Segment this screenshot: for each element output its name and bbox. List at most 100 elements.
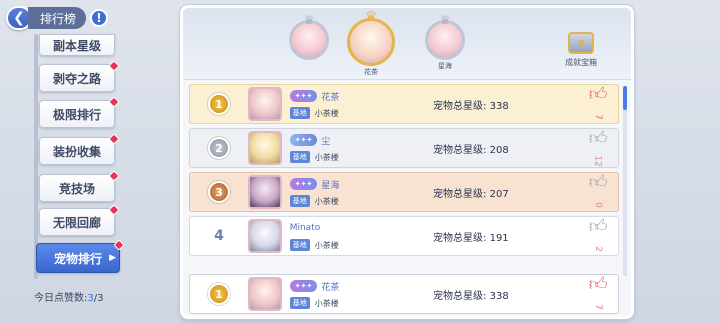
stars-label: 宠物总星级: [433, 144, 487, 156]
sidebar-item-plunder-road[interactable]: 剥夺之路 [39, 60, 120, 92]
player-name: 花茶 [321, 282, 340, 293]
podium-third[interactable]: ♛ 星海 [419, 13, 471, 76]
title-badge: ✦✦✦ [289, 90, 318, 102]
stars-value: 208 [489, 144, 509, 156]
table-row[interactable]: 1 ✦✦✦ 花茶 基地 小茶楼 宠物总星级: 338 👍︎ 7 [189, 274, 619, 314]
gold-medal-icon: 1 [208, 283, 230, 305]
achievement-chest[interactable]: 成就宝箱 [561, 32, 601, 68]
like-button[interactable]: 👍︎ 7 [578, 273, 618, 313]
notification-dot [108, 60, 120, 72]
podium: ♛ ♛ 花茶 ♛ 星海 成就宝箱 [183, 8, 631, 80]
table-row[interactable]: 4 Minato 基地 小茶楼 宠物总星级: 191 👍︎ 2 [189, 216, 619, 256]
avatar: ♛ [425, 13, 465, 60]
stars-value: 338 [489, 100, 509, 112]
sidebar-item-label: 竞技场 [58, 181, 95, 196]
caret-right-icon: ▶ [109, 253, 116, 263]
guild-tag: 基地 [289, 297, 310, 309]
avatar [247, 277, 282, 311]
scrollbar-thumb[interactable] [623, 86, 627, 110]
avatar [247, 87, 282, 121]
sidebar-item-label: 无限回廊 [52, 215, 101, 230]
sidebar-item-label: 剥夺之路 [52, 71, 101, 86]
bronze-medal-icon: 3 [208, 181, 230, 203]
page-title: 排行榜 [28, 7, 87, 29]
sidebar-item-extreme-ranking[interactable]: 极限排行 [39, 96, 120, 128]
avatar: ♛ [347, 9, 395, 66]
guild-tag: 基地 [289, 195, 310, 207]
player-name: Minato [289, 223, 321, 233]
info-icon[interactable]: ! [90, 9, 109, 27]
like-count: 0 [593, 201, 604, 208]
avatar: ♛ [289, 13, 329, 60]
stars-label: 宠物总星级: [433, 188, 487, 200]
pet-star-total: 宠物总星级: 191 [433, 229, 572, 244]
notification-dot [108, 133, 120, 145]
guild-name: 小茶楼 [314, 298, 339, 308]
player-name: 尘 [321, 136, 331, 147]
likes-today: 今日点赞数:3/3 [34, 289, 103, 304]
player-info: Minato 基地 小茶楼 [289, 221, 409, 251]
sidebar-item-pet-ranking[interactable]: 宠物排行 ▶ [36, 239, 125, 273]
treasure-chest-icon [568, 32, 594, 54]
sidebar-item-label: 装扮收集 [52, 144, 101, 159]
thumbs-up-icon: 👍︎ [588, 273, 608, 295]
avatar [247, 175, 282, 209]
ranking-panel: ♛ ♛ 花茶 ♛ 星海 成就宝箱 1 ✦✦✦ 花茶 基地 小茶楼 宠物总星级: … [180, 5, 634, 319]
table-row[interactable]: 1 ✦✦✦ 花茶 基地 小茶楼 宠物总星级: 338 👍︎ 7 [189, 84, 619, 124]
like-button[interactable]: 👍︎ 2 [578, 217, 618, 255]
stars-label: 宠物总星级: [433, 232, 487, 244]
podium-first[interactable]: ♛ 花茶 [345, 9, 397, 78]
podium-second[interactable]: ♛ [283, 13, 335, 76]
like-button[interactable]: 👍︎ 7 [578, 83, 618, 123]
thumbs-up-icon: 👍︎ [588, 171, 608, 193]
thumbs-up-icon: 👍︎ [588, 83, 608, 105]
stars-label: 宠物总星级: [433, 100, 487, 112]
sidebar-item-label: 极限排行 [52, 107, 101, 122]
avatar [247, 131, 282, 165]
avatar [247, 219, 282, 253]
scrollbar[interactable] [623, 86, 627, 276]
stars-value: 191 [489, 232, 509, 244]
podium-name: 星海 [438, 62, 452, 70]
guild-tag: 基地 [289, 107, 310, 119]
sidebar-item-dungeon-stars[interactable]: 副本星级 [39, 34, 115, 56]
like-button[interactable]: 👍︎ 0 [578, 171, 618, 211]
table-row[interactable]: 3 ✦✦✦ 星海 基地 小茶楼 宠物总星级: 207 👍︎ 0 [189, 172, 619, 212]
notification-dot [108, 204, 120, 216]
likes-today-total: /3 [93, 293, 104, 304]
guild-name: 小茶楼 [314, 240, 339, 250]
silver-medal-icon: 2 [208, 137, 230, 159]
player-name: 星海 [321, 180, 340, 191]
title-badge: ✦✦✦ [289, 280, 318, 292]
stars-value: 207 [489, 188, 509, 200]
stars-value: 338 [489, 290, 509, 302]
like-button[interactable]: 👍︎ 12 [578, 129, 618, 167]
player-info: ✦✦✦ 星海 基地 小茶楼 [289, 177, 409, 207]
guild-name: 小茶楼 [314, 196, 339, 206]
gold-medal-icon: 1 [208, 93, 230, 115]
likes-today-label: 今日点赞数: [34, 293, 88, 304]
title-badge: ✦✦✦ [289, 178, 318, 190]
chest-label: 成就宝箱 [565, 58, 597, 67]
header: ❮ 排行榜 ! [6, 5, 176, 31]
player-name: 花茶 [321, 92, 340, 103]
pet-star-total: 宠物总星级: 207 [433, 185, 572, 200]
my-ranking: 1 ✦✦✦ 花茶 基地 小茶楼 宠物总星级: 338 👍︎ 7 [189, 274, 619, 316]
player-info: ✦✦✦ 尘 基地 小茶楼 [289, 133, 409, 163]
table-row[interactable]: 2 ✦✦✦ 尘 基地 小茶楼 宠物总星级: 208 👍︎ 12 [189, 128, 619, 168]
ranking-list: 1 ✦✦✦ 花茶 基地 小茶楼 宠物总星级: 338 👍︎ 7 2 ✦✦✦ 尘 … [189, 84, 619, 260]
sidebar-item-label: 副本星级 [52, 38, 101, 53]
pet-star-total: 宠物总星级: 338 [433, 97, 572, 112]
crown-icon: ♛ [439, 13, 451, 27]
player-info: ✦✦✦ 花茶 基地 小茶楼 [289, 279, 409, 309]
chevron-left-icon: ❮ [13, 10, 25, 26]
notification-dot [108, 96, 120, 108]
player-info: ✦✦✦ 花茶 基地 小茶楼 [289, 89, 409, 119]
sidebar-item-endless-corridor[interactable]: 无限回廊 [39, 204, 120, 236]
sidebar: 副本星级 剥夺之路 极限排行 装扮收集 竞技场 无限回廊 宠物排行 ▶ [30, 34, 125, 279]
crown-icon: ♛ [303, 13, 315, 27]
sidebar-item-outfit-collection[interactable]: 装扮收集 [39, 133, 120, 165]
sidebar-item-label: 宠物排行 [53, 251, 102, 266]
like-count: 7 [593, 113, 604, 120]
sidebar-item-arena[interactable]: 竞技场 [39, 170, 120, 202]
